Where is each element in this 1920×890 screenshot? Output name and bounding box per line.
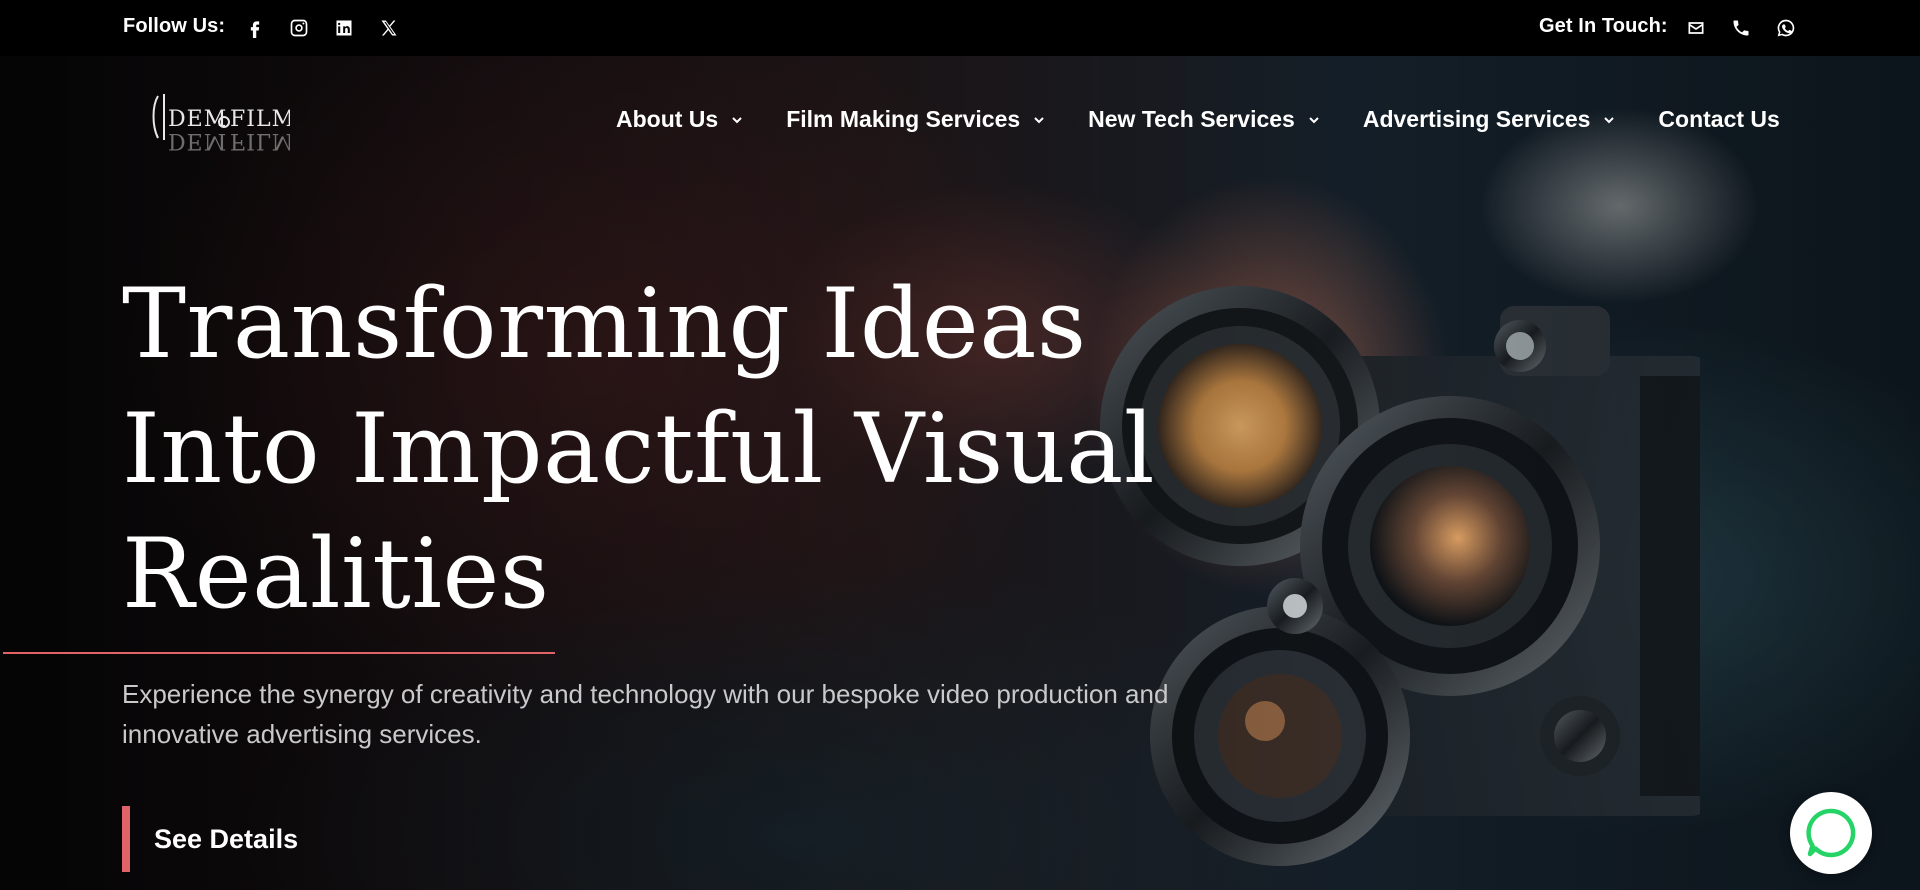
svg-text:DEM: DEM	[168, 128, 227, 153]
top-bar: Follow Us: Get In Touch:	[0, 0, 1920, 56]
nav-item-about-us[interactable]: About Us	[616, 106, 744, 133]
hero-section: DEM FILM DEM FILM About Us Film Making S…	[0, 56, 1920, 890]
whatsapp-chat-button[interactable]	[1790, 792, 1872, 874]
follow-us-label: Follow Us:	[123, 15, 226, 37]
main-nav: About Us Film Making Services New Tech S…	[616, 106, 1780, 133]
hero-headline: Transforming Ideas Into Impactful Visual…	[122, 262, 1222, 637]
chevron-down-icon	[1032, 113, 1046, 127]
chevron-down-icon	[1602, 113, 1616, 127]
mail-icon[interactable]	[1685, 17, 1707, 39]
nav-item-label: About Us	[616, 106, 719, 132]
nav-item-label: New Tech Services	[1088, 106, 1295, 132]
instagram-icon[interactable]	[288, 17, 310, 39]
headline-line-2: Into Impactful Visual	[122, 393, 1156, 505]
whatsapp-icon[interactable]	[1775, 17, 1797, 39]
nav-item-new-tech-services[interactable]: New Tech Services	[1088, 106, 1321, 133]
chevron-down-icon	[730, 113, 744, 127]
chevron-down-icon	[1307, 113, 1321, 127]
get-in-touch-label: Get In Touch:	[1539, 15, 1668, 37]
see-details-button[interactable]: See Details	[122, 806, 298, 872]
nav-item-advertising-services[interactable]: Advertising Services	[1363, 106, 1617, 133]
headline-line-3: Realities	[122, 518, 550, 630]
linkedin-icon[interactable]	[333, 17, 355, 39]
nav-item-label: Advertising Services	[1362, 106, 1591, 132]
svg-text:FILM: FILM	[230, 128, 290, 153]
x-icon[interactable]	[378, 17, 400, 39]
nav-item-label: Contact Us	[1658, 106, 1780, 132]
nav-item-label: Film Making Services	[786, 106, 1021, 132]
chat-bubble-icon	[1806, 808, 1856, 858]
phone-icon[interactable]	[1730, 17, 1752, 39]
demofilm-logo[interactable]: DEM FILM DEM FILM	[150, 86, 290, 156]
hero-subtext: Experience the synergy of creativity and…	[122, 679, 1169, 749]
headline-line-1: Transforming Ideas	[122, 268, 1087, 380]
nav-item-contact-us[interactable]: Contact Us	[1658, 106, 1779, 133]
nav-item-film-making-services[interactable]: Film Making Services	[786, 106, 1046, 133]
accent-divider	[3, 652, 555, 654]
facebook-icon[interactable]	[244, 17, 266, 39]
